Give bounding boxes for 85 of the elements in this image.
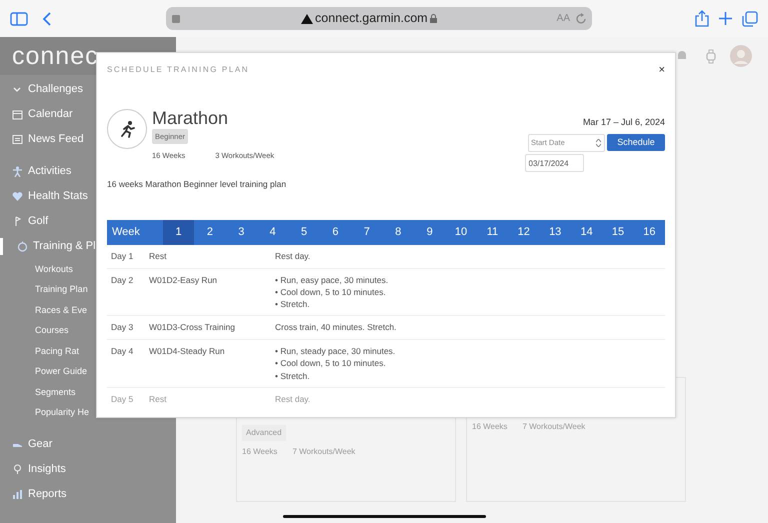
workout-detail: • Run, steady pace, 30 minutes. bbox=[275, 345, 396, 358]
schedule-button[interactable]: Schedule bbox=[607, 134, 665, 151]
sidebar-subitem[interactable]: Workouts bbox=[35, 262, 73, 276]
day-label: Day 3 bbox=[110, 321, 134, 334]
workout-name: Rest bbox=[149, 393, 168, 406]
sidebar-subitem[interactable]: Popularity He bbox=[35, 406, 90, 420]
sidebar-subitem[interactable]: Training Plan bbox=[35, 283, 88, 296]
url-text: connect.garmin.com bbox=[315, 10, 428, 28]
sidebar-item[interactable]: News Feed bbox=[28, 131, 84, 148]
workouts-text: 7 Workouts/Week bbox=[522, 421, 586, 433]
workout-detail: • Run, easy pace, 30 minutes. bbox=[275, 274, 390, 286]
sidebar-subitem[interactable]: Power Guide bbox=[35, 365, 88, 378]
week-tab[interactable]: 5 bbox=[288, 220, 320, 245]
sidebar-item[interactable]: Activities bbox=[28, 163, 72, 180]
sidebar-item[interactable]: Gear bbox=[28, 436, 52, 453]
week-tab[interactable]: 14 bbox=[570, 220, 602, 245]
sidebar-item[interactable]: Training & Pl bbox=[33, 238, 96, 255]
day-label: Day 1 bbox=[110, 250, 134, 262]
sidebar-item[interactable]: Golf bbox=[28, 213, 48, 230]
sidebar-item[interactable]: Calendar bbox=[28, 106, 73, 123]
plan-name: Marathon bbox=[152, 108, 230, 126]
workout-detail: Cross train, 40 minutes. Stretch. bbox=[275, 321, 398, 334]
bar-chart-icon bbox=[12, 489, 23, 500]
week-tab[interactable]: 16 bbox=[634, 220, 666, 245]
week-tab[interactable]: 1 bbox=[162, 220, 194, 245]
runner-icon bbox=[107, 108, 147, 148]
stopwatch-icon bbox=[17, 241, 28, 252]
week-tab[interactable]: 8 bbox=[382, 220, 414, 245]
tab-icon bbox=[171, 14, 181, 24]
lock-icon bbox=[430, 14, 438, 23]
week-tab[interactable]: 4 bbox=[256, 220, 288, 245]
sidebar-toggle-icon[interactable] bbox=[10, 12, 28, 26]
week-tab[interactable]: 2 bbox=[194, 220, 226, 245]
weeks-text: 16 Weeks bbox=[242, 446, 278, 458]
sidebar-item[interactable]: Challenges bbox=[28, 81, 84, 98]
news-icon bbox=[12, 134, 23, 145]
workout-detail: • Stretch. bbox=[275, 370, 311, 382]
workout-name: W01D3-Cross Training bbox=[149, 321, 236, 334]
back-icon[interactable] bbox=[42, 12, 52, 26]
week-tab[interactable]: 9 bbox=[414, 220, 446, 245]
sidebar-subitem[interactable]: Pacing Rat bbox=[35, 344, 80, 358]
close-button[interactable]: × bbox=[658, 62, 665, 78]
workout-name: Rest bbox=[149, 250, 168, 262]
sidebar-item[interactable]: Reports bbox=[28, 486, 67, 503]
sidebar-subitem[interactable]: Courses bbox=[35, 324, 69, 338]
warning-icon bbox=[300, 14, 313, 24]
day-label: Day 2 bbox=[110, 274, 134, 287]
week-tab[interactable]: 10 bbox=[445, 220, 477, 245]
day-label: Day 5 bbox=[110, 393, 134, 406]
workout-detail: Rest day. bbox=[275, 393, 312, 406]
calendar-icon bbox=[12, 109, 23, 120]
workout-name: W01D2-Easy Run bbox=[149, 274, 218, 287]
sidebar-subitem[interactable]: Races & Eve bbox=[35, 304, 88, 317]
workout-detail: Rest day. bbox=[275, 250, 312, 262]
sidebar-item[interactable]: Health Stats bbox=[28, 188, 88, 205]
reload-icon[interactable] bbox=[575, 12, 587, 24]
day-label: Day 4 bbox=[110, 345, 134, 358]
share-icon[interactable] bbox=[695, 10, 709, 27]
week-tab[interactable]: 15 bbox=[602, 220, 634, 245]
level-tag: Advanced bbox=[242, 425, 286, 441]
workout-detail: • Cool down, 5 to 10 minutes. bbox=[275, 357, 387, 370]
date-range: Mar 17 – Jul 6, 2024 bbox=[582, 116, 665, 128]
heart-icon bbox=[12, 191, 23, 202]
workouts-text: 7 Workouts/Week bbox=[292, 446, 356, 458]
date-field[interactable]: 03/17/2024 bbox=[525, 154, 584, 172]
sidebar-item[interactable]: Insights bbox=[28, 461, 66, 478]
sort-caret-icon bbox=[596, 139, 601, 147]
week-tab[interactable]: 13 bbox=[540, 220, 571, 245]
sidebar-subitem[interactable]: Segments bbox=[35, 386, 76, 399]
add-tab-icon[interactable] bbox=[719, 12, 732, 25]
workout-detail: • Stretch. bbox=[275, 298, 311, 310]
week-tab[interactable]: 11 bbox=[476, 220, 508, 245]
week-tab[interactable]: 12 bbox=[508, 220, 540, 245]
week-label: Week bbox=[111, 225, 141, 240]
week-tab[interactable]: 3 bbox=[226, 220, 257, 245]
plan-description: 16 weeks Marathon Beginner level training plan bbox=[106, 178, 288, 191]
workout-name: W01D4-Steady Run bbox=[149, 345, 226, 358]
lightbulb-icon bbox=[12, 464, 23, 475]
week-tab[interactable]: 7 bbox=[351, 220, 383, 245]
weeks-text: 16 Weeks bbox=[472, 421, 508, 433]
address-bar[interactable]: connect.garmin.com AA bbox=[166, 7, 592, 30]
week-tab[interactable]: 6 bbox=[320, 220, 352, 245]
person-icon bbox=[12, 166, 23, 177]
tabs-icon[interactable] bbox=[742, 10, 758, 26]
workout-detail: • Cool down, 5 to 10 minutes. bbox=[275, 286, 387, 298]
